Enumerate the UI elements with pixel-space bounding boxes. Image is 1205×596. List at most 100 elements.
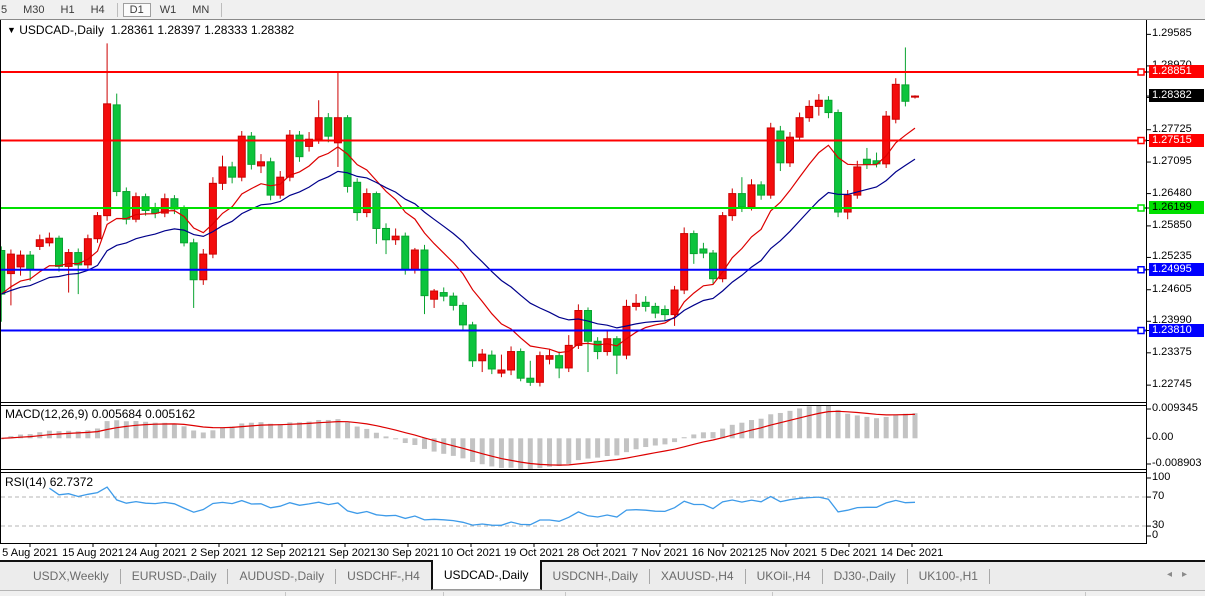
chart-tab-usdchf-h4[interactable]: USDCHF-,H4 [336, 562, 431, 590]
x-axis-date-label: 5 Dec 2021 [821, 547, 877, 559]
y-axis-tick-label: 1.22745 [1152, 378, 1192, 390]
x-axis-date-label: 16 Nov 2021 [692, 547, 754, 559]
macd-histogram-bar [210, 430, 215, 438]
macd-histogram-bar [114, 420, 119, 438]
macd-histogram-bar [162, 423, 167, 438]
x-axis-date-label: 21 Sep 2021 [314, 547, 376, 559]
macd-histogram-bar [807, 406, 812, 438]
macd-histogram-bar [384, 436, 389, 438]
chart-tab-ukoil-h4[interactable]: UKOil-,H4 [746, 562, 822, 590]
hline-handle [1138, 138, 1144, 144]
macd-histogram-bar [364, 429, 369, 438]
macd-histogram-bar [662, 438, 667, 444]
macd-histogram-bar [230, 427, 235, 439]
tab-separator [989, 569, 990, 584]
x-axis-date-label: 10 Oct 2021 [441, 547, 501, 559]
timeframe-button-d1[interactable]: D1 [123, 3, 151, 17]
macd-histogram-bar [557, 438, 562, 466]
hline-price-label: 1.28851 [1149, 65, 1204, 78]
macd-histogram-bar [614, 438, 619, 455]
macd-histogram-bar [653, 438, 658, 445]
status-separator [565, 592, 566, 596]
macd-histogram-bar [509, 438, 514, 467]
macd-histogram-bar [537, 438, 542, 468]
toolbar-separator [117, 3, 118, 17]
status-separator [285, 592, 286, 596]
symbol-title: USDCAD-,Daily [19, 23, 104, 37]
x-axis-date-label: 30 Sep 2021 [377, 547, 439, 559]
macd-histogram-bar [480, 438, 485, 464]
hline-handle [1138, 267, 1144, 273]
macd-histogram-bar [643, 438, 648, 447]
macd-histogram-bar [403, 438, 408, 443]
mt4-window: 5M30H1H4 D1W1MN ▼ USDCAD-,Daily 1.28361 1… [0, 0, 1205, 596]
chart-tab-audusd-daily[interactable]: AUDUSD-,Daily [228, 562, 335, 590]
x-axis-date-label: 15 Aug 2021 [62, 547, 124, 559]
timeframe-button-h1[interactable]: H1 [54, 3, 82, 17]
macd-histogram-bar [605, 438, 610, 456]
hline-price-label: 1.27515 [1149, 134, 1204, 147]
rsi-layer [1, 487, 1147, 526]
status-separator [443, 592, 444, 596]
macd-histogram-bar [133, 421, 138, 438]
macd-histogram-bar [855, 415, 860, 438]
ohlc-low: 1.28333 [204, 23, 247, 37]
macd-histogram-bar [691, 434, 696, 438]
macd-histogram-bar [682, 437, 687, 438]
y-axis-tick-label: 0.009345 [1152, 402, 1198, 414]
macd-histogram-bar [172, 424, 177, 439]
macd-histogram-bar [711, 432, 716, 438]
price-chart-canvas[interactable] [0, 0, 1205, 560]
macd-histogram-bar [95, 428, 100, 438]
macd-histogram-bar [826, 404, 831, 438]
chart-tab-dj30-daily[interactable]: DJ30-,Daily [823, 562, 907, 590]
hline-price-label: 1.24995 [1149, 263, 1204, 276]
chart-title: ▼ USDCAD-,Daily 1.28361 1.28397 1.28333 … [7, 23, 294, 37]
macd-histogram-bar [412, 438, 417, 445]
timeframe-button-m30[interactable]: M30 [16, 3, 51, 17]
chart-tab-usdcad-daily[interactable]: USDCAD-,Daily [431, 560, 542, 590]
ohlc-open: 1.28361 [111, 23, 154, 37]
y-axis-tick-label: 1.29585 [1152, 27, 1192, 39]
macd-histogram-bar [153, 423, 158, 439]
y-axis-tick-label: 0 [1152, 529, 1158, 541]
timeframe-button-5[interactable]: 5 [0, 3, 14, 17]
timeframe-button-mn[interactable]: MN [185, 3, 216, 17]
hline-price-label: 1.23810 [1149, 324, 1204, 337]
rsi-indicator-label: RSI(14) 62.7372 [5, 475, 93, 489]
macd-histogram-bar [66, 431, 71, 438]
x-axis-date-label: 12 Sep 2021 [251, 547, 313, 559]
macd-histogram-bar [499, 438, 504, 468]
timeframe-button-h4[interactable]: H4 [84, 3, 112, 17]
macd-histogram-bar [268, 424, 273, 439]
chart-tab-bar: USDX,WeeklyEURUSD-,DailyAUDUSD-,DailyUSD… [0, 560, 1205, 590]
y-axis-tick-label: 1.23375 [1152, 346, 1192, 358]
chart-tab-uk100-h1[interactable]: UK100-,H1 [908, 562, 989, 590]
macd-histogram-bar [355, 427, 360, 439]
y-axis-tick-label: 1.24605 [1152, 283, 1192, 295]
y-axis-tick-label: 1.25235 [1152, 250, 1192, 262]
chart-tab-eurusd-daily[interactable]: EURUSD-,Daily [121, 562, 228, 590]
y-axis-tick-label: -0.008903 [1152, 457, 1202, 469]
macd-histogram-bar [701, 432, 706, 438]
tab-scroll-left-icon[interactable]: ◂ [1167, 569, 1182, 580]
macd-histogram-bar [595, 438, 600, 457]
timeframe-button-w1[interactable]: W1 [153, 3, 184, 17]
macd-histogram-bar [518, 438, 523, 468]
tab-scroll-right-icon[interactable]: ▸ [1182, 569, 1197, 580]
x-axis-date-label: 24 Aug 2021 [125, 547, 187, 559]
macd-histogram-bar [239, 423, 244, 438]
macd-histogram-bar [393, 438, 398, 439]
y-axis-tick-label: 0.00 [1152, 431, 1173, 443]
x-axis-date-label: 7 Nov 2021 [632, 547, 688, 559]
ma-slow-line [1, 159, 915, 328]
chart-tab-usdcnh-daily[interactable]: USDCNH-,Daily [542, 562, 649, 590]
macd-histogram-bar [845, 414, 850, 439]
chart-tab-xauusd-h4[interactable]: XAUUSD-,H4 [650, 562, 745, 590]
hline-price-label: 1.26199 [1149, 201, 1204, 214]
macd-histogram-bar [778, 413, 783, 438]
macd-histogram-bar [624, 438, 629, 452]
x-axis-date-label: 28 Oct 2021 [567, 547, 627, 559]
chart-tab-usdx-weekly[interactable]: USDX,Weekly [22, 562, 120, 590]
symbol-dropdown-icon[interactable]: ▼ [7, 25, 16, 35]
